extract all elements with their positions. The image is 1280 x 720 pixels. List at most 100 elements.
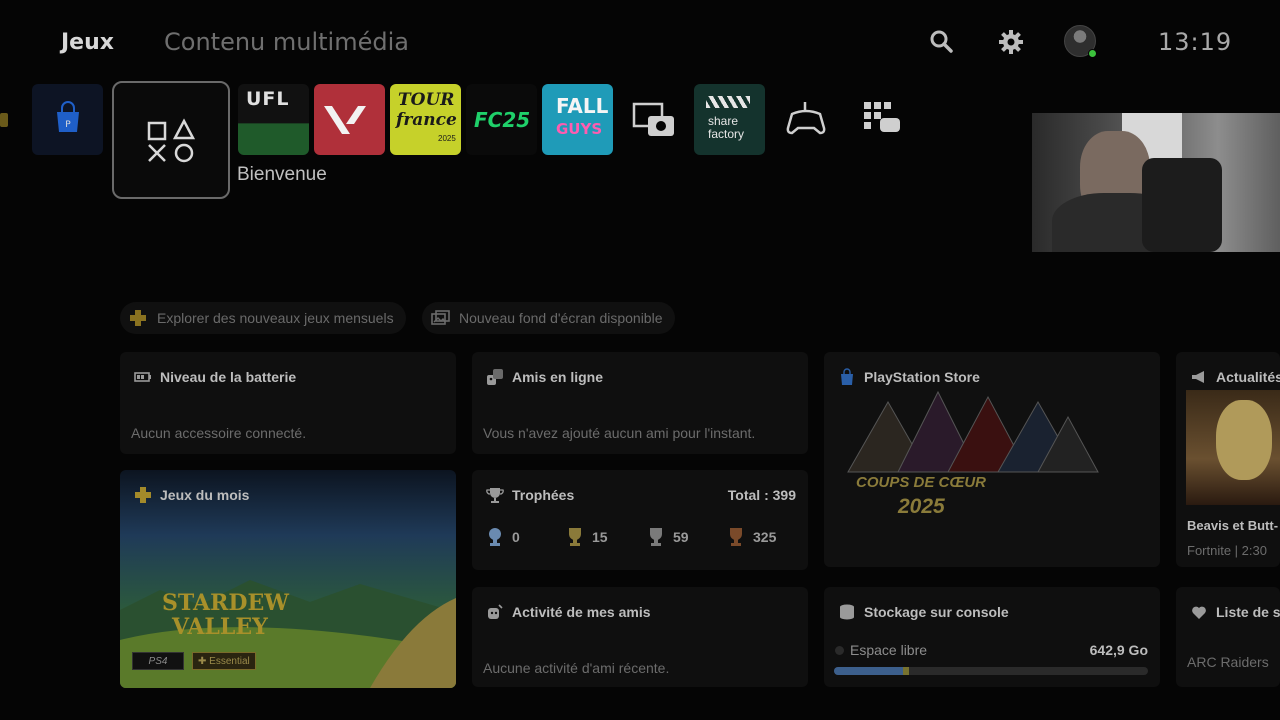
card-subtitle: Aucune activité d'ami récente.	[483, 660, 670, 676]
tab-media[interactable]: Contenu multimédia	[164, 28, 409, 56]
card-title: Activité de mes amis	[512, 604, 651, 620]
wallpaper-icon	[431, 310, 450, 325]
platinum-trophy-icon	[489, 528, 501, 546]
trophy-silver: 59	[647, 527, 689, 547]
webcam-overlay	[1032, 113, 1280, 252]
fall-guys-logo-line1: FALL	[556, 94, 609, 118]
storage-label: Espace libre	[850, 642, 928, 658]
news-item-title: Beavis et Butt-	[1187, 518, 1279, 533]
avatar[interactable]	[1064, 25, 1097, 58]
game-library-tile[interactable]	[846, 84, 917, 155]
selected-tile-label: Bienvenue	[237, 164, 327, 185]
heart-icon	[1192, 606, 1206, 619]
card-title: Actualités	[1216, 369, 1280, 385]
storage-icon	[840, 604, 854, 620]
platform-badge: PS4	[132, 652, 184, 670]
tour-de-france-tile[interactable]: TOUR france 2025	[390, 84, 461, 155]
trophies-card[interactable]: Trophées Total : 399 0 15 59 325	[472, 470, 808, 570]
card-title: Liste de sc	[1216, 604, 1280, 620]
trophy-platinum: 0	[486, 527, 520, 547]
clapperboard-icon	[706, 96, 750, 108]
storage-card[interactable]: Stockage sur console Espace libre 642,9 …	[824, 587, 1160, 687]
battery-icon	[134, 372, 151, 382]
fall-guys-logo-line2: GUYS	[556, 120, 603, 138]
gear-icon[interactable]	[997, 28, 1025, 56]
news-item-subtitle: Fortnite | 2:30	[1187, 543, 1267, 558]
storage-bar	[834, 667, 1148, 675]
ps-plus-icon	[135, 487, 151, 503]
ufl-logo: UFL	[246, 88, 290, 110]
wishlist-item: ARC Raiders	[1187, 654, 1269, 670]
playstation-store-card[interactable]: PlayStation Store COUPS DE CŒUR 2025	[824, 352, 1160, 567]
bronze-trophy-icon	[730, 528, 742, 546]
trophy-count: 0	[512, 529, 520, 545]
news-thumbnail	[1186, 390, 1280, 505]
monthly-games-card[interactable]: Jeux du mois STARDEW VALLEY PS4 ✚ Essent…	[120, 470, 456, 688]
tab-games[interactable]: Jeux	[61, 30, 114, 55]
card-subtitle: Vous n'avez ajouté aucun ami pour l'inst…	[483, 425, 756, 441]
activity-icon	[488, 604, 503, 619]
fc25-tile[interactable]: FC25	[466, 84, 537, 155]
search-icon[interactable]	[928, 28, 956, 56]
valorant-logo-icon	[324, 106, 366, 134]
card-title: PlayStation Store	[864, 369, 980, 385]
tdf-logo-line2: france	[396, 110, 457, 130]
trophy-count: 59	[673, 529, 689, 545]
playstation-store-tile[interactable]: P	[32, 84, 103, 155]
share-factory-logo-line1: share	[708, 114, 739, 128]
ufl-tile[interactable]: UFL	[238, 84, 309, 155]
free-space-dot-icon	[835, 646, 844, 655]
store-banner-line2: 2025	[898, 495, 945, 518]
controller-icon	[786, 102, 826, 135]
news-card[interactable]: Actualités Beavis et Butt- Fortnite | 2:…	[1176, 352, 1280, 567]
store-banner-art	[847, 390, 1099, 473]
stardew-valley-art	[120, 580, 456, 688]
storage-bar-fill	[834, 667, 910, 675]
new-wallpaper-chip[interactable]: Nouveau fond d'écran disponible	[422, 302, 675, 334]
fall-guys-tile[interactable]: FALL GUYS	[542, 84, 613, 155]
card-title: Stockage sur console	[864, 604, 1009, 620]
friends-online-card[interactable]: Amis en ligne Vous n'avez ajouté aucun a…	[472, 352, 808, 454]
battery-card[interactable]: Niveau de la batterie Aucun accessoire c…	[120, 352, 456, 454]
card-title: Trophées	[512, 487, 575, 503]
fc25-logo: FC25	[474, 108, 531, 132]
friends-icon	[487, 369, 503, 385]
card-title: Niveau de la batterie	[160, 369, 297, 385]
card-title: Jeux du mois	[160, 487, 250, 503]
explore-monthly-games-chip[interactable]: Explorer des nouveaux jeux mensuels	[120, 302, 406, 334]
online-status-icon	[1088, 49, 1097, 58]
tdf-logo-line1: TOUR	[398, 90, 455, 110]
svg-text:P: P	[65, 120, 71, 130]
silver-trophy-icon	[650, 528, 662, 546]
partial-tile[interactable]	[0, 113, 8, 127]
friends-activity-card[interactable]: Activité de mes amis Aucune activité d'a…	[472, 587, 808, 687]
trophy-bronze: 325	[727, 527, 776, 547]
ps-plus-tier-badge: ✚ Essential	[192, 652, 256, 670]
trophy-count: 15	[592, 529, 608, 545]
valorant-tile[interactable]	[314, 84, 385, 155]
megaphone-icon	[1192, 371, 1204, 383]
game-library-icon	[864, 102, 900, 132]
playstation-home-tile[interactable]	[112, 81, 230, 199]
ps-symbols-icon	[147, 118, 196, 163]
chip-label: Nouveau fond d'écran disponible	[459, 310, 663, 326]
game-logo-line2: VALLEY	[172, 614, 268, 640]
share-factory-tile[interactable]: share factory	[694, 84, 765, 155]
wishlist-card[interactable]: Liste de sc ARC Raiders	[1176, 587, 1280, 687]
remote-play-tile[interactable]	[770, 84, 841, 155]
capture-gallery-icon	[632, 102, 674, 136]
capture-gallery-tile[interactable]	[618, 84, 689, 155]
gold-trophy-icon	[569, 528, 581, 546]
playstation-store-icon	[841, 368, 853, 385]
card-subtitle: Aucun accessoire connecté.	[131, 425, 307, 441]
trophy-total: Total : 399	[727, 487, 796, 503]
game-logo-line1: STARDEW	[162, 590, 289, 616]
tier-label: Essential	[209, 655, 250, 667]
chip-label: Explorer des nouveaux jeux mensuels	[157, 310, 394, 326]
trophy-icon	[486, 488, 504, 503]
trophy-gold: 15	[566, 527, 608, 547]
card-title: Amis en ligne	[512, 369, 604, 385]
store-banner-line1: COUPS DE CŒUR	[856, 474, 987, 491]
ps-plus-icon	[130, 310, 146, 326]
tdf-year: 2025	[438, 134, 456, 143]
